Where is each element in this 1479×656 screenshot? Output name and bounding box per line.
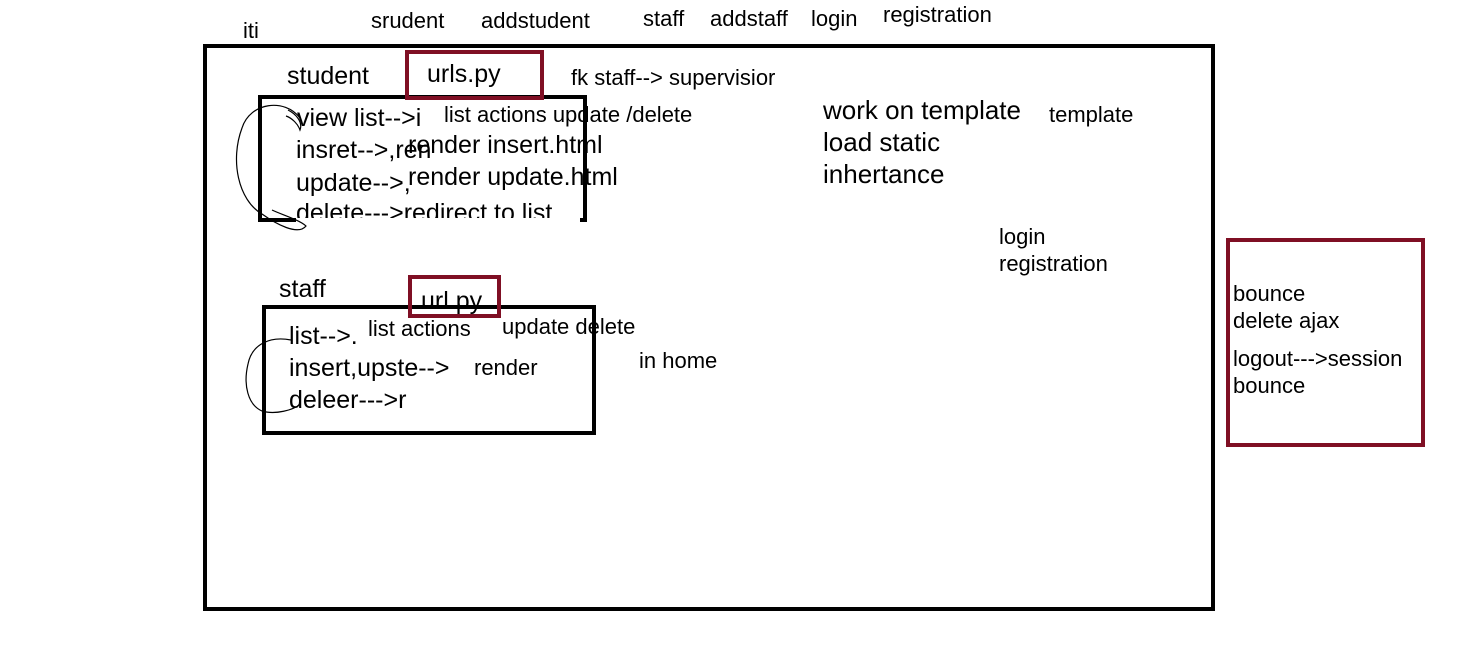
student-render-update: render update.html: [408, 163, 618, 191]
overlap-eraser: [296, 218, 580, 222]
staff-item-insert-update: insert,upste-->: [289, 354, 450, 382]
student-item-delete: delete--->redirect to list: [296, 199, 553, 227]
note-work-on-template: work on template: [823, 95, 1021, 125]
student-item-update: update-->,: [296, 169, 411, 197]
side-bounce-1: bounce: [1233, 281, 1306, 306]
staff-item-list: list-->.: [289, 322, 358, 350]
note-login: login: [999, 224, 1046, 249]
note-inhertance: inhertance: [823, 159, 945, 189]
nav-item-addstaff: addstaff: [710, 6, 788, 31]
staff-in-home: in home: [639, 348, 718, 373]
staff-update-delete: update delete: [502, 314, 636, 339]
side-delete-ajax: delete ajax: [1233, 308, 1340, 333]
nav-item-srudent: srudent: [371, 8, 445, 33]
side-bounce-2: bounce: [1233, 373, 1306, 398]
note-load-static: load static: [823, 127, 941, 157]
nav-item-staff: staff: [643, 6, 685, 31]
student-item-view-list: view list-->i: [297, 104, 422, 132]
nav-item-addstudent: addstudent: [481, 8, 590, 33]
side-logout-session: logout--->session: [1233, 346, 1403, 371]
nav-item-login: login: [811, 6, 858, 31]
note-template: template: [1049, 102, 1134, 127]
student-list-actions: list actions update /delete: [444, 102, 693, 127]
staff-item-delete: deleer--->r: [289, 386, 407, 414]
student-render-insert: render insert.html: [408, 131, 603, 159]
page-title: iti: [243, 18, 259, 43]
urls-py-label: urls.py: [427, 60, 501, 88]
staff-heading: staff: [279, 275, 326, 303]
side-notes-box: [1226, 238, 1425, 447]
note-registration: registration: [999, 251, 1108, 276]
fk-staff-note: fk staff--> supervisior: [571, 65, 776, 90]
staff-list-actions: list actions: [368, 316, 471, 341]
nav-item-registration: registration: [883, 2, 992, 27]
staff-render: render: [474, 355, 538, 380]
student-heading: student: [287, 62, 370, 90]
url-py-label: url.py: [421, 287, 483, 315]
